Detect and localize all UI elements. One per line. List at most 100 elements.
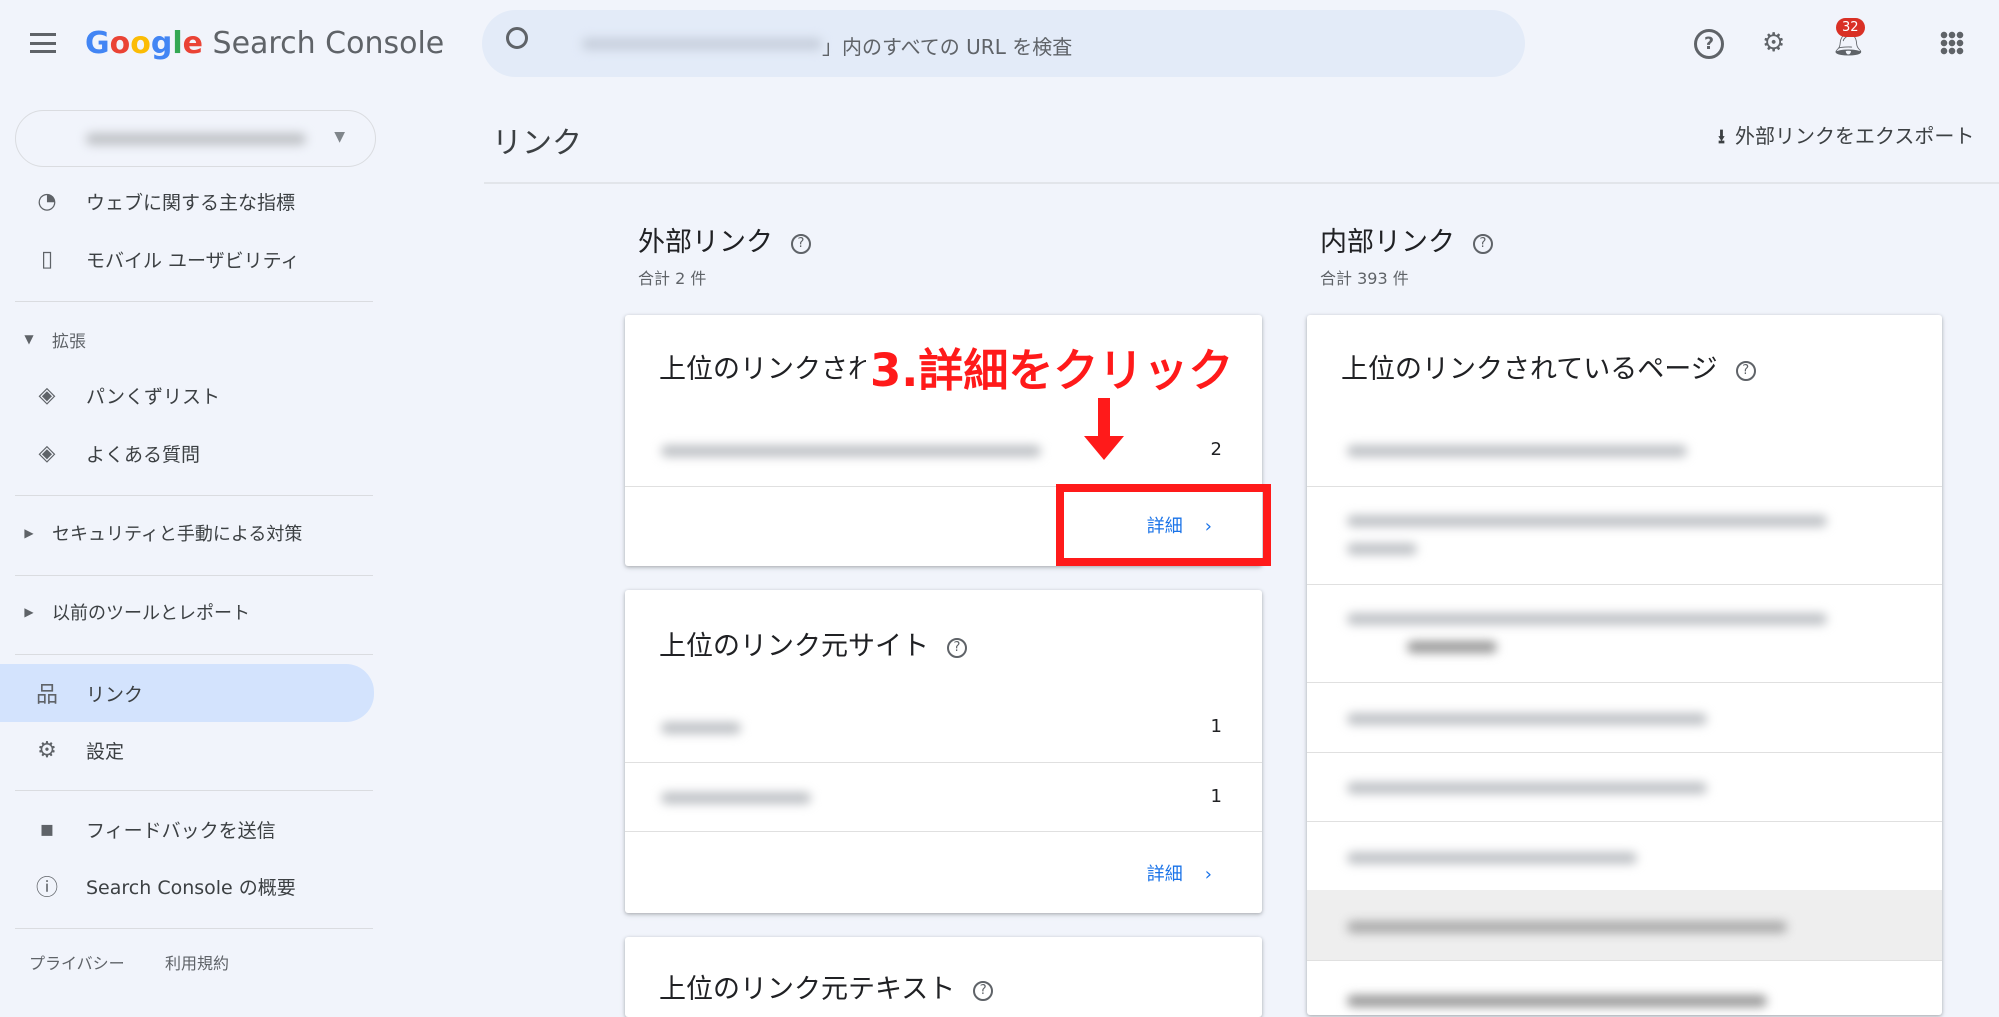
url-blurred [1347, 713, 1707, 725]
chevron-down-icon: ▼ [334, 129, 345, 145]
sidebar-section-legacy-tools[interactable]: ▶ 以前のツールとレポート [0, 584, 374, 640]
top-linking-text-card: 上位のリンク元テキスト? [625, 937, 1262, 1017]
help-icon[interactable]: ? [1735, 360, 1756, 381]
sidebar-item-label: パンくずリスト [86, 385, 220, 408]
row-divider [1307, 752, 1942, 753]
annotation-text: 3.詳細をクリック [866, 334, 1238, 399]
card-title: 上位のリンクされているページ? [1341, 347, 1756, 386]
internal-top-linked-pages-card: 上位のリンクされているページ? [1307, 315, 1942, 1015]
phone-icon: ▯ [40, 246, 54, 272]
divider [15, 654, 373, 655]
sidebar-item-label: フィードバックを送信 [86, 819, 276, 842]
app-name: Search Console [203, 26, 445, 61]
notification-badge: 32 [1836, 18, 1865, 37]
details-button[interactable]: 詳細 › [1147, 860, 1212, 886]
site-blurred [661, 792, 811, 804]
sidebar-item-label: セキュリティと手動による対策 [52, 524, 303, 545]
sidebar-item-settings[interactable]: ⚙ 設定 [0, 722, 374, 778]
sidebar-item-label: ウェブに関する主な指標 [86, 191, 296, 214]
url-blurred [1347, 921, 1787, 933]
divider [15, 575, 373, 576]
feedback-icon: ▪ [39, 816, 55, 842]
help-icon[interactable]: ? [973, 980, 994, 1001]
url-blurred [1347, 515, 1827, 527]
menu-icon[interactable] [30, 33, 56, 53]
row-divider [1307, 821, 1942, 822]
sidebar-section-enhancements[interactable]: ▼ 拡張 [0, 311, 374, 367]
info-icon: ⓘ [35, 876, 58, 901]
internal-links-total: 合計 393 件 [1320, 269, 1409, 288]
apps-icon[interactable] [1940, 31, 1964, 55]
help-icon[interactable]: ? [1473, 233, 1493, 254]
privacy-link[interactable]: プライバシー [29, 950, 125, 974]
sidebar-item-faq[interactable]: ◈ よくある質問 [0, 425, 374, 481]
sidebar-item-mobile-usability[interactable]: ▯ モバイル ユーザビリティ [0, 231, 374, 287]
terms-link[interactable]: 利用規約 [165, 950, 229, 974]
sidebar-item-label: よくある質問 [86, 443, 201, 466]
sidebar-item-core-web-vitals[interactable]: ◔ ウェブに関する主な指標 [0, 173, 374, 229]
url-blurred [1347, 445, 1687, 457]
sidebar-item-label: モバイル ユーザビリティ [86, 249, 300, 272]
external-links-heading: 外部リンク? [638, 220, 811, 259]
card-title: 上位のリンク元サイト? [659, 624, 967, 663]
site-blurred [661, 722, 741, 734]
internal-links-heading: 内部リンク? [1320, 220, 1493, 259]
link-count: 1 [1210, 786, 1222, 807]
sitemap-icon: 品 [35, 683, 58, 708]
sidebar-item-feedback[interactable]: ▪ フィードバックを送信 [0, 801, 374, 857]
sidebar-item-about[interactable]: ⓘ Search Console の概要 [0, 858, 374, 914]
gear-icon: ⚙ [37, 737, 57, 763]
divider [15, 495, 373, 496]
sidebar-item-breadcrumbs[interactable]: ◈ パンくずリスト [0, 367, 374, 423]
help-icon[interactable]: ? [791, 233, 811, 254]
speed-icon: ◔ [37, 188, 57, 214]
divider [15, 790, 373, 791]
property-name-blurred [86, 133, 306, 145]
property-url-blurred [582, 38, 822, 50]
help-icon[interactable]: ? [1694, 29, 1724, 59]
sidebar-item-links[interactable]: 品 リンク [0, 664, 374, 722]
url-blurred [1347, 613, 1827, 625]
top-linking-sites-card: 上位のリンク元サイト? 1 1 詳細 › [625, 590, 1262, 913]
chevron-right-icon: › [1204, 864, 1212, 885]
url-inspection-search[interactable]: 」内のすべての URL を検査 [482, 10, 1525, 77]
url-blurred [1347, 852, 1637, 864]
page-title: リンク [492, 126, 582, 161]
export-label: 外部リンクをエクスポート [1735, 124, 1975, 148]
download-icon: ⭳ [1718, 124, 1725, 148]
search-icon [506, 27, 528, 49]
app-logo[interactable]: Google Search Console [85, 26, 444, 61]
card-title: 上位のリンク元テキスト? [659, 967, 994, 1006]
sidebar-item-label: 設定 [86, 740, 125, 763]
property-selector[interactable]: ▼ [15, 110, 376, 167]
header-divider [484, 182, 1999, 184]
divider [15, 301, 373, 302]
annotation-arrow-head [1084, 436, 1124, 460]
annotation-highlight-box [1056, 484, 1271, 566]
sidebar-section-security[interactable]: ▶ セキュリティと手動による対策 [0, 505, 374, 561]
row-divider [625, 762, 1262, 763]
link-count: 2 [1210, 439, 1222, 460]
caret-right-icon: ▶ [24, 605, 34, 619]
export-external-links-button[interactable]: ⭳ 外部リンクをエクスポート [1718, 120, 1974, 156]
annotation-arrow-icon [1098, 398, 1110, 438]
url-blurred [661, 445, 1041, 457]
url-blurred [1347, 543, 1417, 555]
sidebar-item-label: 以前のツールとレポート [52, 603, 250, 624]
sidebar-item-label: Search Console の概要 [86, 876, 296, 899]
url-blurred [1407, 641, 1497, 653]
help-icon[interactable]: ? [947, 637, 967, 658]
google-wordmark: Google [85, 26, 204, 61]
sidebar-item-label: リンク [86, 683, 144, 706]
caret-right-icon: ▶ [24, 526, 34, 540]
caret-down-icon: ▼ [24, 332, 34, 346]
account-settings-icon[interactable]: ⚙ [1762, 28, 1785, 58]
layers-icon: ◈ [38, 382, 56, 408]
row-divider [625, 831, 1262, 832]
row-divider [1307, 584, 1942, 585]
row-divider [1307, 682, 1942, 683]
search-input[interactable]: 」内のすべての URL を検査 [822, 31, 1072, 60]
divider [15, 928, 373, 929]
external-links-total: 合計 2 件 [638, 269, 707, 288]
url-blurred [1347, 782, 1707, 794]
